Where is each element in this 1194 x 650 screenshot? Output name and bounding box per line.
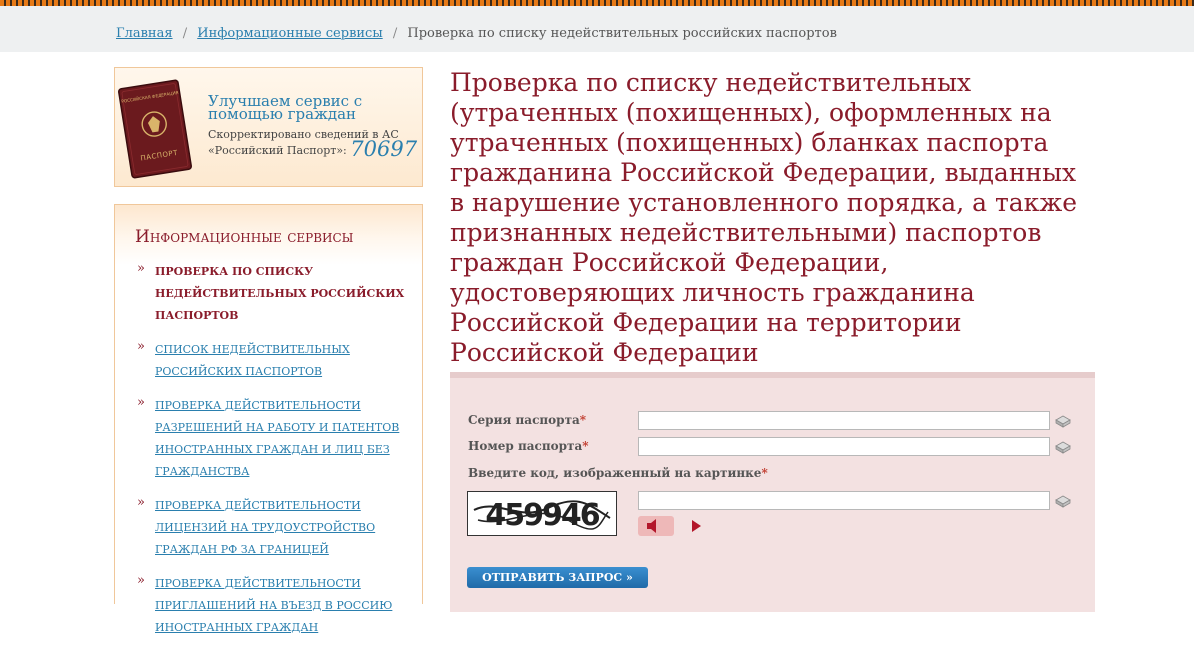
menu-title: Информационные сервисы [135, 227, 354, 247]
info-services-menu: Информационные сервисы » Проверка по спи… [114, 204, 423, 634]
required-mark: * [579, 413, 587, 427]
virtual-keyboard-icon[interactable] [1054, 494, 1072, 508]
promo-title: Улучшаем сервис с помощью граждан [208, 92, 363, 123]
passport-number-input[interactable] [638, 437, 1050, 456]
breadcrumb-separator: / [392, 26, 398, 41]
promo-count: 70697 [350, 137, 418, 161]
menu-item-invalid-passports-list[interactable]: » Список недействительных российских пас… [115, 338, 425, 382]
passport-series-input[interactable] [638, 411, 1050, 430]
menu-marker: » [137, 339, 145, 354]
menu-marker: » [137, 495, 145, 510]
menu-item-label: Проверка действительности лицензий на тр… [155, 499, 376, 556]
captcha-input[interactable] [638, 491, 1050, 510]
required-mark: * [761, 466, 768, 480]
menu-list: » Проверка по списку недействительных ро… [115, 260, 422, 650]
virtual-keyboard-icon[interactable] [1054, 440, 1072, 454]
speaker-icon [647, 519, 656, 533]
menu-marker: » [137, 573, 145, 588]
play-icon[interactable] [688, 518, 704, 534]
breadcrumb-home-link[interactable]: Главная [116, 26, 173, 41]
menu-item-invitations-check[interactable]: » Проверка действительности приглашений … [115, 572, 425, 638]
breadcrumb-bar: Главная / Информационные сервисы / Прове… [0, 6, 1194, 52]
breadcrumb-current: Проверка по списку недействительных росс… [407, 26, 837, 41]
page-title: Проверка по списку недействительных (утр… [450, 68, 1078, 367]
captcha-graphic: 459946 [473, 498, 611, 533]
menu-marker: » [137, 395, 145, 410]
number-label: Номер паспорта* [468, 439, 589, 453]
menu-item-licenses-check[interactable]: » Проверка действительности лицензий на … [115, 494, 425, 560]
menu-item-label: Проверка действительности разрешений на … [155, 399, 400, 478]
promo-text: Скорректировано сведений в АС «Российски… [208, 127, 420, 161]
menu-item-label: Проверка по списку недействительных росс… [155, 265, 405, 322]
passport-icon: РОССИЙСКАЯ ФЕДЕРАЦИЯ ПАСПОРТ [118, 79, 192, 179]
menu-marker: » [137, 261, 145, 276]
submit-request-button[interactable]: ОТПРАВИТЬ ЗАПРОС » [467, 567, 648, 588]
series-label-text: Серия паспорта [468, 413, 580, 427]
passport-check-form: Серия паспорта* Номер паспорта* Введите … [450, 372, 1095, 612]
menu-item-passport-check[interactable]: » Проверка по списку недействительных ро… [115, 260, 425, 326]
series-label: Серия паспорта* [468, 413, 586, 427]
required-mark: * [582, 439, 589, 453]
menu-item-label: Проверка действительности приглашений на… [155, 577, 393, 634]
captcha-label: Введите код, изображенный на картинке* [468, 466, 768, 480]
menu-item-label: Список недействительных российских паспо… [155, 343, 350, 378]
captcha-image: 459946 [467, 491, 617, 536]
breadcrumb-services-link[interactable]: Информационные сервисы [197, 26, 382, 41]
promo-box: РОССИЙСКАЯ ФЕДЕРАЦИЯ ПАСПОРТ Улучшаем се… [114, 67, 423, 187]
breadcrumb-separator: / [182, 26, 188, 41]
menu-item-work-permits-check[interactable]: » Проверка действительности разрешений н… [115, 394, 425, 482]
breadcrumb: Главная / Информационные сервисы / Прове… [116, 26, 837, 41]
virtual-keyboard-icon[interactable] [1054, 414, 1072, 428]
captcha-audio-button[interactable] [638, 516, 674, 536]
number-label-text: Номер паспорта [468, 439, 583, 453]
captcha-label-text: Введите код, изображенный на картинке [468, 466, 762, 480]
